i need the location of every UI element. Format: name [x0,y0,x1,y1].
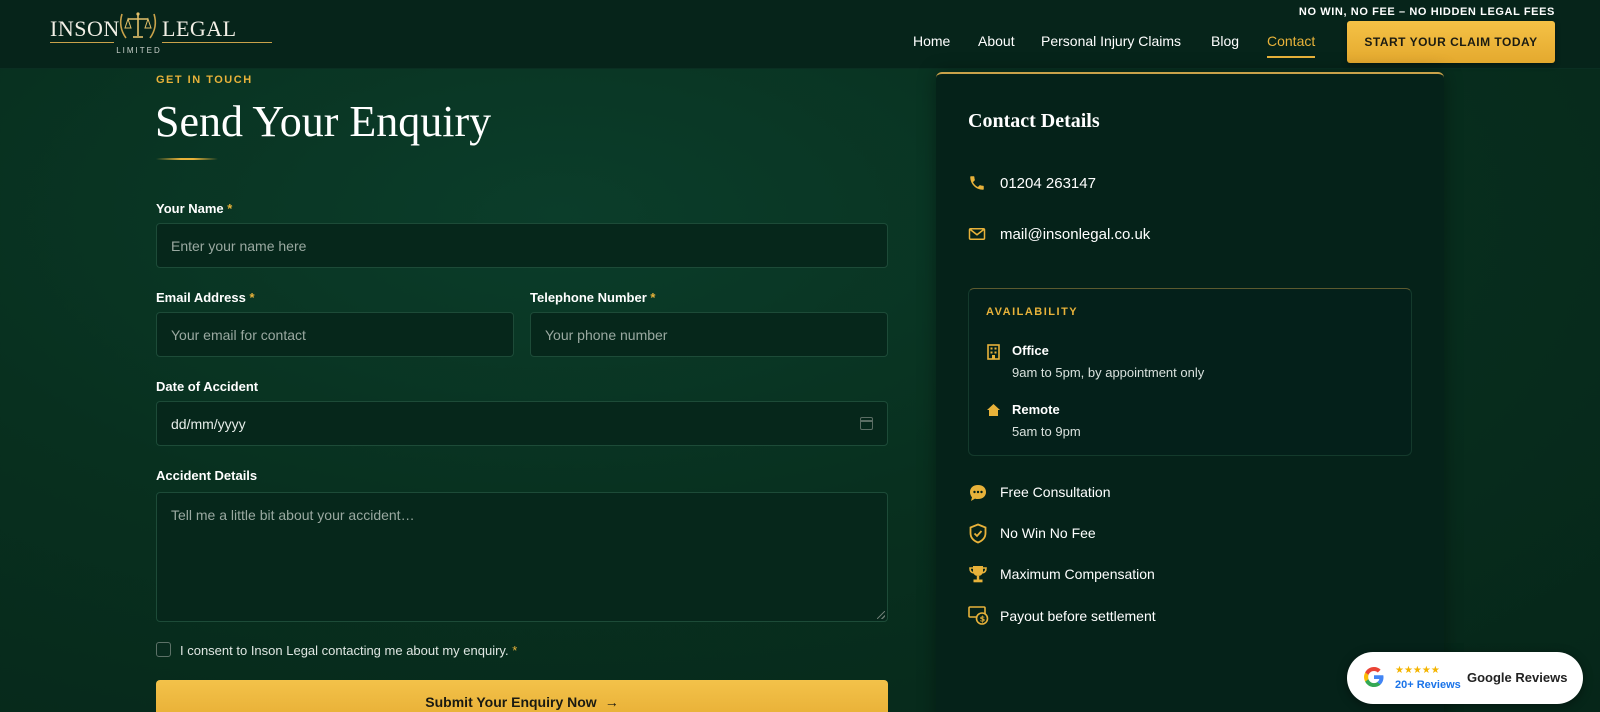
home-icon [987,404,1000,416]
envelope-icon [968,228,986,240]
star-rating-icon: ★★★★★ [1395,665,1440,676]
nav-blog[interactable]: Blog [1211,33,1239,49]
svg-text:$: $ [980,615,986,624]
scales-of-justice-icon [119,12,157,39]
required-mark: * [227,201,233,216]
google-reviews-badge[interactable]: ★★★★★ 20+ Reviews Google Reviews [1347,652,1583,704]
building-icon [987,344,1000,360]
phone-label-text: Telephone Number [530,290,647,305]
details-placeholder: Tell me a little bit about your accident… [171,507,415,523]
accident-details-textarea[interactable]: Tell me a little bit about your accident… [156,492,888,622]
name-placeholder: Enter your name here [171,237,307,254]
email-label: Email Address * [156,290,255,305]
logo-divider [162,42,272,43]
contact-phone[interactable]: 01204 263147 [1000,175,1096,192]
nav-personal-injury-claims[interactable]: Personal Injury Claims [1041,33,1181,49]
name-input[interactable]: Enter your name here [156,223,888,268]
accident-date-input[interactable]: dd/mm/yyyy [156,401,888,446]
google-logo-icon [1364,667,1384,687]
phone-label: Telephone Number * [530,290,655,305]
start-claim-button[interactable]: START YOUR CLAIM TODAY [1347,21,1555,63]
required-mark: * [249,290,255,305]
nav-about[interactable]: About [978,33,1015,49]
calendar-icon[interactable] [860,417,873,430]
date-label: Date of Accident [156,379,259,394]
site-header: INSON LEGAL LIMITED NO WIN, NO FEE – NO … [0,0,1600,69]
phone-icon [970,176,984,190]
details-label: Accident Details [156,468,258,483]
feature-payout-before-settlement: Payout before settlement [1000,608,1156,624]
resize-handle-icon[interactable] [877,611,885,619]
email-label-text: Email Address [156,290,246,305]
page-title: Send Your Enquiry [155,97,492,146]
contact-email[interactable]: mail@insonlegal.co.uk [1000,226,1150,243]
contact-title: Contact Details [968,110,1100,132]
submit-label: Submit Your Enquiry Now [425,694,597,710]
consent-text: I consent to Inson Legal contacting me a… [180,643,509,658]
title-underline [156,158,218,160]
nav-contact[interactable]: Contact [1267,33,1316,58]
consent-checkbox[interactable] [156,642,171,657]
phone-placeholder: Your phone number [545,326,668,343]
phone-input[interactable]: Your phone number [530,312,888,357]
date-value: dd/mm/yyyy [171,415,246,432]
logo-word-legal: LEGAL [162,16,237,41]
logo-word-inson: INSON [50,16,120,41]
name-label: Your Name * [156,201,232,216]
reviews-label: Google Reviews [1467,670,1568,685]
required-mark: * [512,643,518,658]
availability-title: AVAILABILITY [986,306,1079,318]
money-icon: $ [968,606,989,625]
shield-check-icon [969,523,987,544]
logo-divider [50,42,114,43]
availability-remote-name: Remote [1012,402,1060,417]
availability-office-name: Office [1012,343,1049,358]
consent-label: I consent to Inson Legal contacting me a… [180,643,517,658]
feature-no-win-no-fee: No Win No Fee [1000,525,1096,541]
trophy-icon [969,566,987,583]
feature-free-consultation: Free Consultation [1000,484,1111,500]
submit-enquiry-button[interactable]: Submit Your Enquiry Now → [156,680,888,712]
header-tagline: NO WIN, NO FEE – NO HIDDEN LEGAL FEES [1298,6,1555,18]
required-mark: * [650,290,656,305]
chat-bubble-icon [970,485,986,501]
email-placeholder: Your email for contact [171,326,306,343]
logo[interactable]: INSON LEGAL LIMITED [50,10,272,56]
feature-maximum-compensation: Maximum Compensation [1000,566,1155,582]
arrow-right-icon: → [604,694,619,710]
reviews-count: 20+ Reviews [1395,679,1461,691]
availability-office-hours: 9am to 5pm, by appointment only [1012,365,1205,380]
name-label-text: Your Name [156,201,224,216]
email-input[interactable]: Your email for contact [156,312,514,357]
section-eyebrow: GET IN TOUCH [156,74,253,86]
logo-subtitle: LIMITED [116,46,162,55]
availability-remote-hours: 5am to 9pm [1012,424,1081,439]
nav-home[interactable]: Home [913,33,950,49]
